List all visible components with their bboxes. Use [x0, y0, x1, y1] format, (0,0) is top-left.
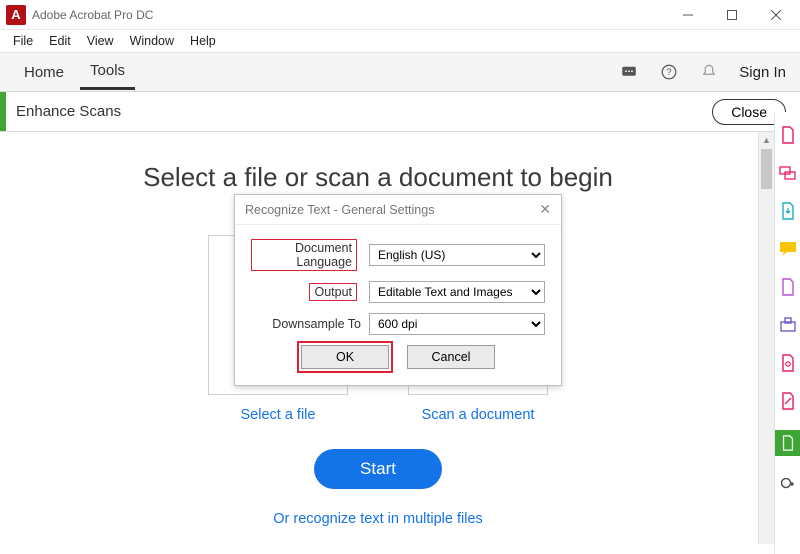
recognize-text-dialog: Recognize Text - General Settings ✕ Docu…	[234, 194, 562, 386]
enhance-scans-icon[interactable]	[775, 430, 800, 456]
svg-text:?: ?	[667, 67, 672, 77]
document-language-label: Document Language	[251, 239, 357, 271]
optimize-icon[interactable]	[779, 392, 797, 410]
menu-edit[interactable]: Edit	[42, 32, 78, 50]
cancel-button[interactable]: Cancel	[407, 345, 495, 369]
page-headline: Select a file or scan a document to begi…	[0, 162, 756, 193]
help-icon[interactable]: ?	[659, 62, 679, 82]
minimize-button[interactable]	[666, 1, 710, 29]
dialog-close-icon[interactable]: ✕	[539, 201, 551, 218]
more-tools-icon[interactable]	[779, 476, 797, 494]
create-pdf-icon[interactable]	[779, 126, 797, 144]
bell-icon[interactable]	[699, 62, 719, 82]
menubar: File Edit View Window Help	[0, 30, 800, 52]
recognize-multiple-link[interactable]: Or recognize text in multiple files	[0, 511, 756, 527]
start-button[interactable]: Start	[314, 449, 442, 489]
sign-in-link[interactable]: Sign In	[739, 64, 786, 81]
stamp-icon[interactable]	[779, 316, 797, 334]
downsample-label: Downsample To	[251, 317, 369, 331]
organize-icon[interactable]	[779, 278, 797, 296]
dialog-titlebar: Recognize Text - General Settings ✕	[235, 195, 561, 225]
menu-help[interactable]: Help	[183, 32, 223, 50]
right-tools-panel	[774, 112, 800, 554]
tab-tools[interactable]: Tools	[80, 54, 135, 90]
tool-toolbar: Enhance Scans Close	[0, 92, 800, 132]
scroll-thumb[interactable]	[761, 149, 772, 189]
document-language-select[interactable]: English (US)	[369, 244, 545, 266]
menu-window[interactable]: Window	[123, 32, 181, 50]
scan-document-label: Scan a document	[403, 407, 553, 423]
output-label: Output	[309, 283, 357, 301]
maximize-button[interactable]	[710, 1, 754, 29]
select-file-label: Select a file	[203, 407, 353, 423]
tool-name: Enhance Scans	[16, 103, 121, 120]
protect-icon[interactable]	[779, 354, 797, 372]
export-pdf-icon[interactable]	[779, 202, 797, 220]
scroll-up-icon[interactable]: ▲	[759, 132, 774, 148]
ok-button[interactable]: OK	[301, 345, 389, 369]
output-select[interactable]: Editable Text and Images	[369, 281, 545, 303]
close-window-button[interactable]	[754, 1, 798, 29]
menu-file[interactable]: File	[6, 32, 40, 50]
tool-accent	[0, 92, 6, 131]
comment-icon[interactable]	[779, 240, 797, 258]
downsample-select[interactable]: 600 dpi	[369, 313, 545, 335]
dialog-title: Recognize Text - General Settings	[245, 203, 434, 217]
vertical-scrollbar[interactable]: ▲	[758, 132, 774, 544]
app-icon: A	[6, 5, 26, 25]
window-title: Adobe Acrobat Pro DC	[32, 8, 153, 22]
menu-view[interactable]: View	[80, 32, 121, 50]
chat-icon[interactable]	[619, 62, 639, 82]
tabbar: Home Tools ? Sign In	[0, 52, 800, 92]
combine-icon[interactable]	[779, 164, 797, 182]
window-titlebar: A Adobe Acrobat Pro DC	[0, 0, 800, 30]
tab-home[interactable]: Home	[14, 56, 74, 89]
